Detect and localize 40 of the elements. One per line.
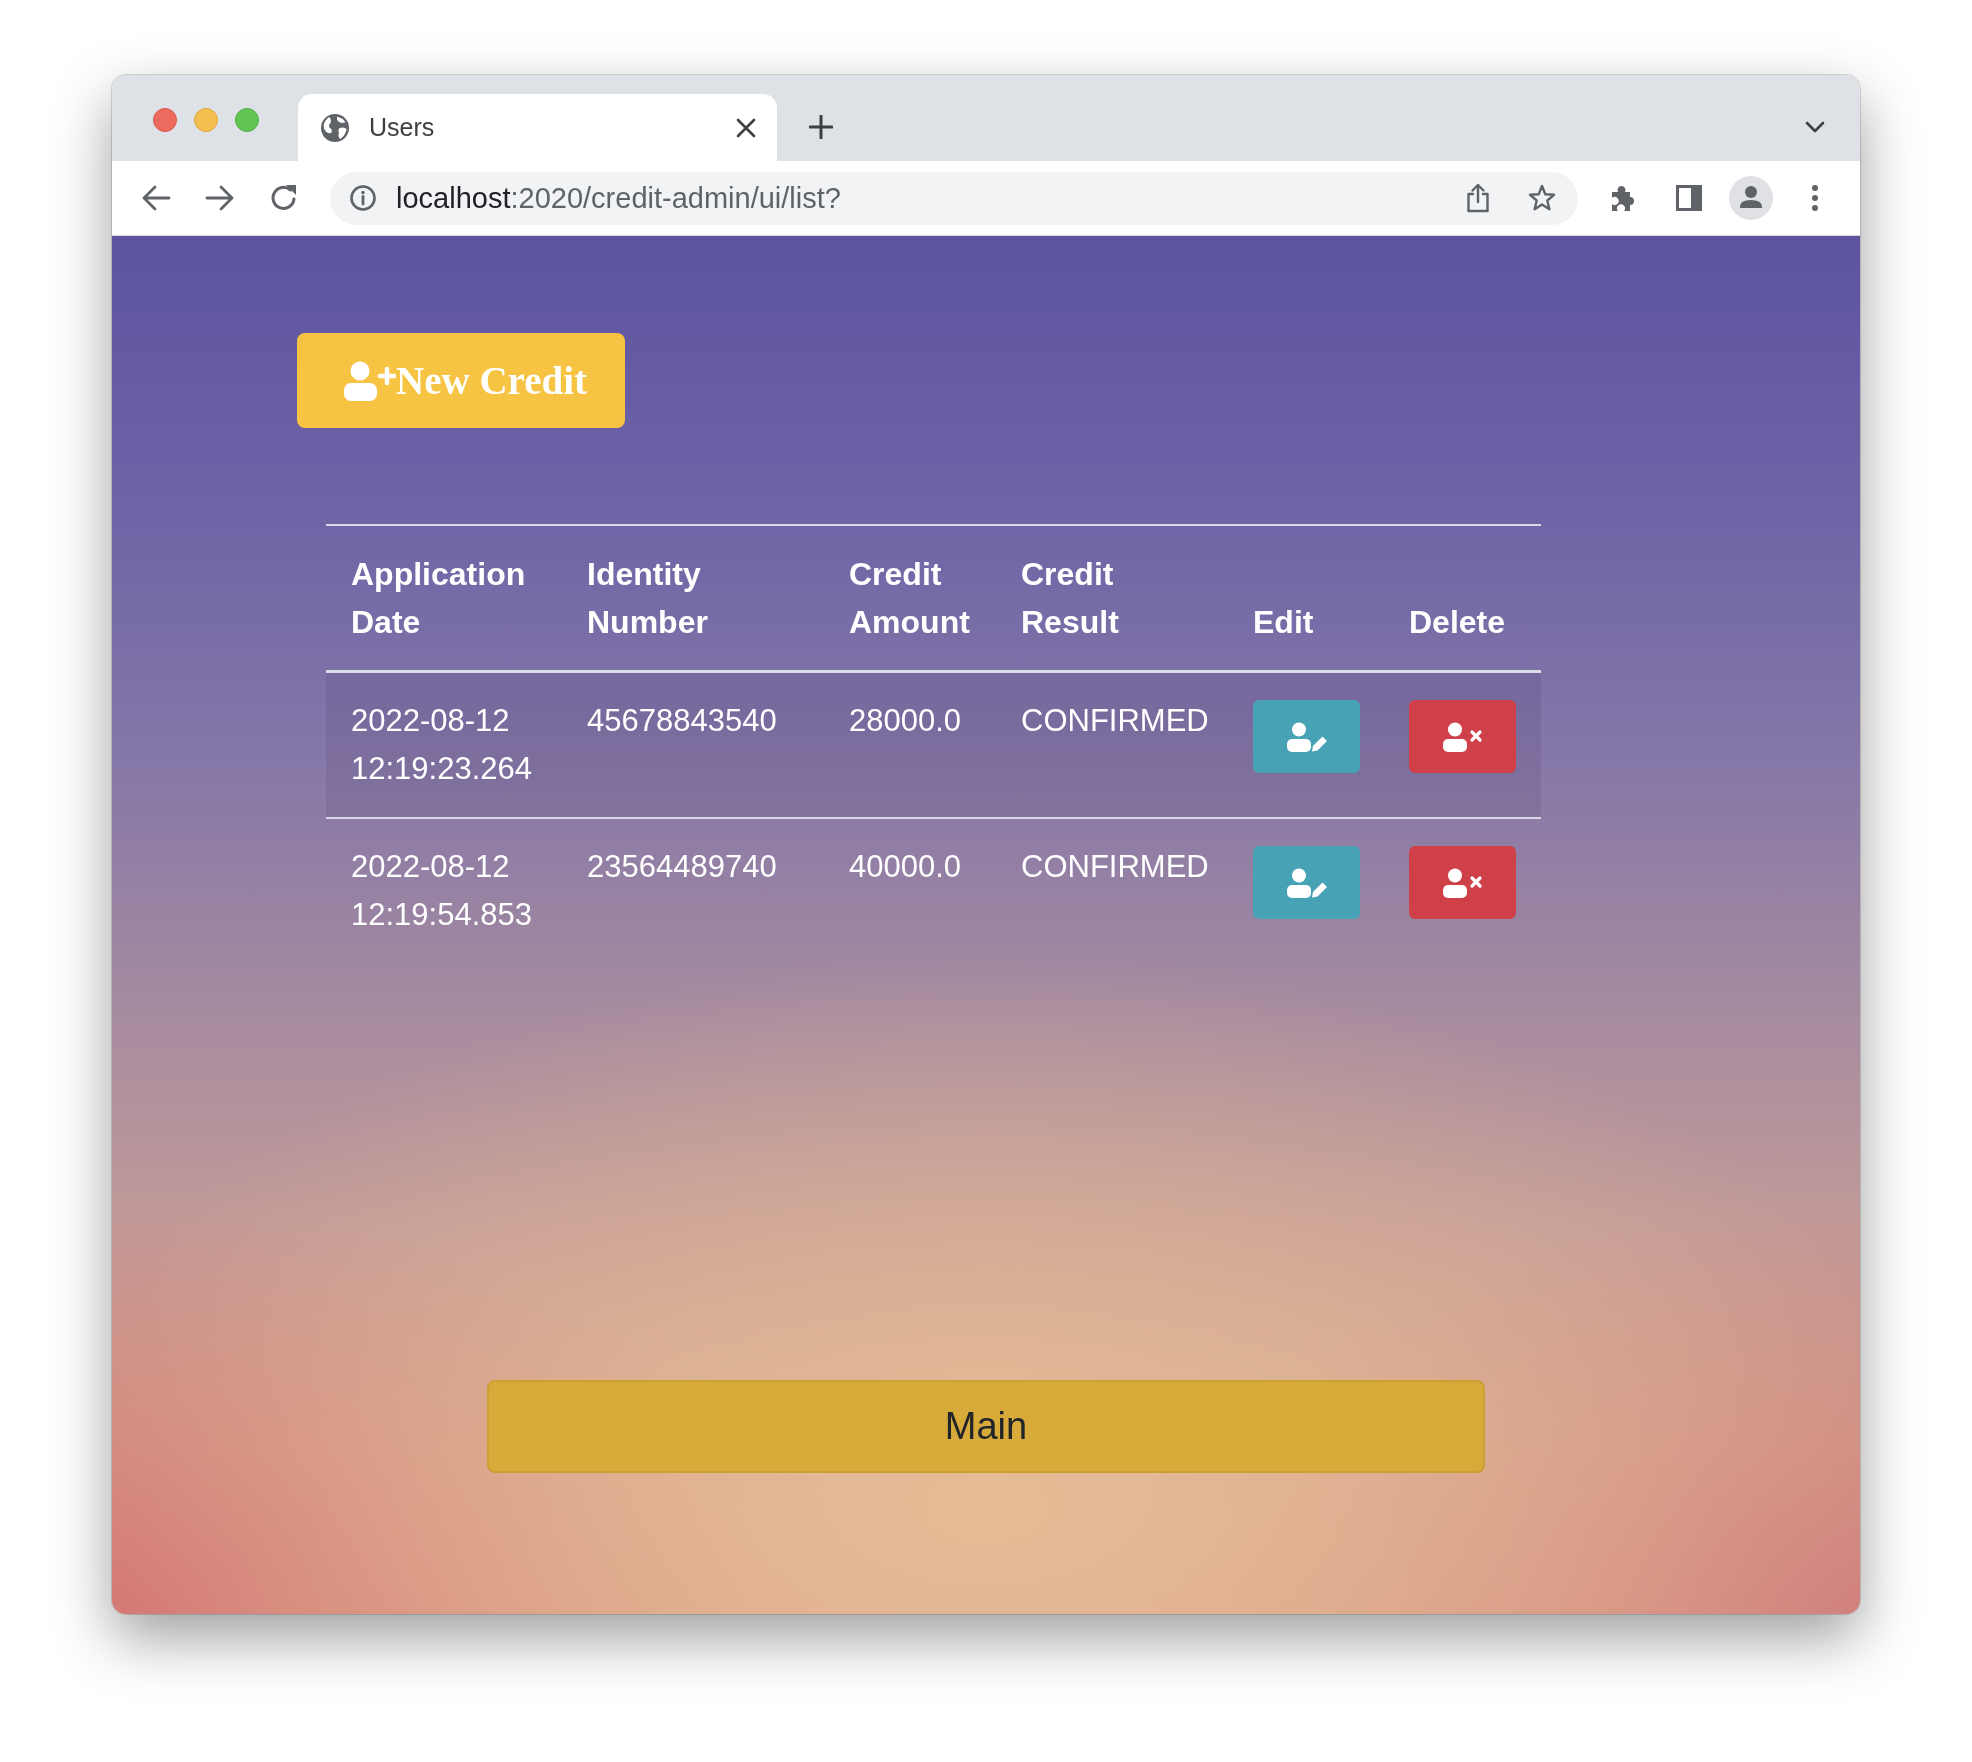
table-cell: 28000.0 bbox=[824, 671, 996, 818]
table-cell: CONFIRMED bbox=[996, 671, 1228, 818]
column-header: Credit Amount bbox=[824, 525, 996, 672]
table-cell: CONFIRMED bbox=[996, 818, 1228, 963]
column-header: Application Date bbox=[326, 525, 562, 672]
delete-button[interactable] bbox=[1409, 846, 1516, 919]
back-arrow-icon[interactable] bbox=[141, 183, 171, 213]
person-x-icon bbox=[1442, 721, 1483, 752]
close-icon[interactable] bbox=[736, 117, 756, 138]
browser-tab[interactable]: Users bbox=[298, 94, 777, 161]
menu-dots-icon[interactable] bbox=[1811, 184, 1819, 212]
share-icon[interactable] bbox=[1466, 183, 1490, 213]
person-plus-icon bbox=[344, 360, 396, 401]
delete-button[interactable] bbox=[1409, 700, 1516, 773]
person-pencil-icon bbox=[1286, 721, 1327, 752]
profile-avatar-icon[interactable] bbox=[1729, 176, 1773, 220]
table-cell: 2022-08-12 12:19:54.853 bbox=[326, 818, 562, 963]
table-cell: 40000.0 bbox=[824, 818, 996, 963]
column-header: Delete bbox=[1384, 525, 1541, 672]
window-close-icon[interactable] bbox=[153, 108, 177, 132]
column-header: Edit bbox=[1228, 525, 1384, 672]
main-button[interactable]: Main bbox=[487, 1380, 1485, 1473]
table-cell: 23564489740 bbox=[562, 818, 824, 963]
reload-icon[interactable] bbox=[269, 183, 299, 213]
address-bar[interactable]: localhost:2020/credit-admin/ui/list? bbox=[330, 171, 1578, 225]
edit-button[interactable] bbox=[1253, 700, 1360, 773]
person-pencil-icon bbox=[1286, 867, 1327, 898]
info-icon[interactable] bbox=[350, 185, 376, 211]
forward-arrow-icon[interactable] bbox=[205, 183, 235, 213]
new-tab-plus-icon[interactable] bbox=[809, 115, 833, 139]
chevron-down-icon[interactable] bbox=[1805, 121, 1825, 133]
column-header: Identity Number bbox=[562, 525, 824, 672]
side-panel-icon[interactable] bbox=[1676, 185, 1702, 211]
column-header: Credit Result bbox=[996, 525, 1228, 672]
edit-button[interactable] bbox=[1253, 846, 1360, 919]
person-x-icon bbox=[1442, 867, 1483, 898]
globe-icon bbox=[321, 113, 349, 142]
table-cell: 2022-08-12 12:19:23.264 bbox=[326, 671, 562, 818]
star-icon[interactable] bbox=[1528, 184, 1556, 212]
table-cell: 45678843540 bbox=[562, 671, 824, 818]
